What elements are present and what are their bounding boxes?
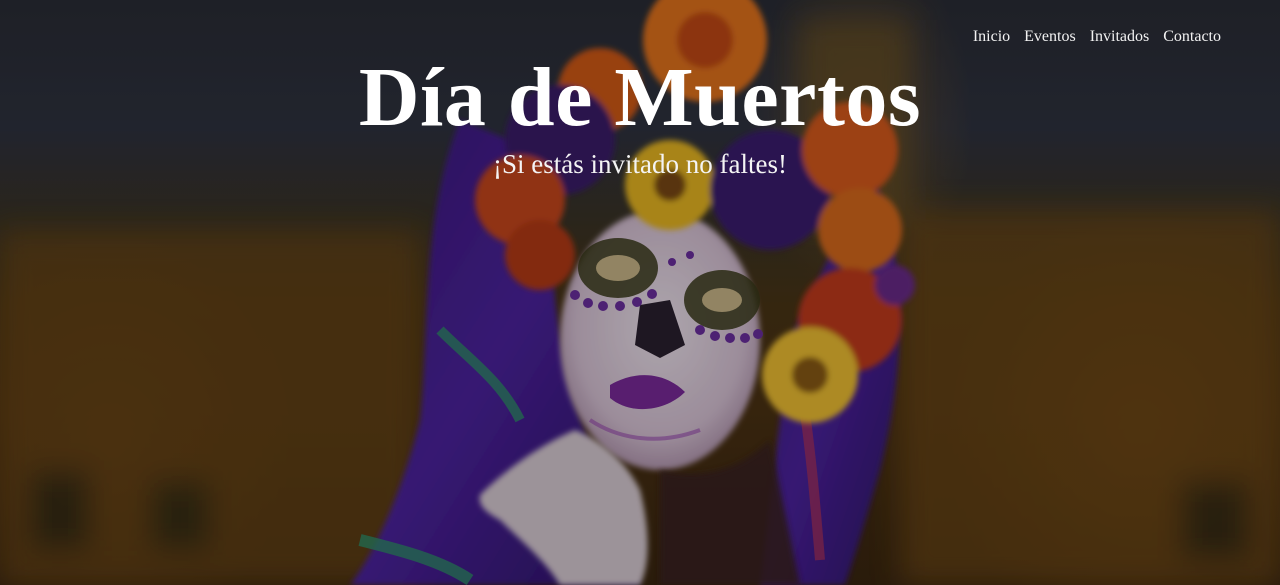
hero-section: Inicio Eventos Invitados Contacto Día de… <box>0 0 1280 585</box>
main-nav: Inicio Eventos Invitados Contacto <box>973 26 1221 48</box>
page-subtitle: ¡Si estás invitado no faltes! <box>493 149 787 179</box>
nav-link-inicio[interactable]: Inicio <box>973 26 1010 48</box>
nav-link-contacto[interactable]: Contacto <box>1163 26 1221 48</box>
page-title: Día de Muertos <box>358 51 922 144</box>
nav-link-invitados[interactable]: Invitados <box>1090 26 1150 48</box>
nav-link-eventos[interactable]: Eventos <box>1024 26 1076 48</box>
